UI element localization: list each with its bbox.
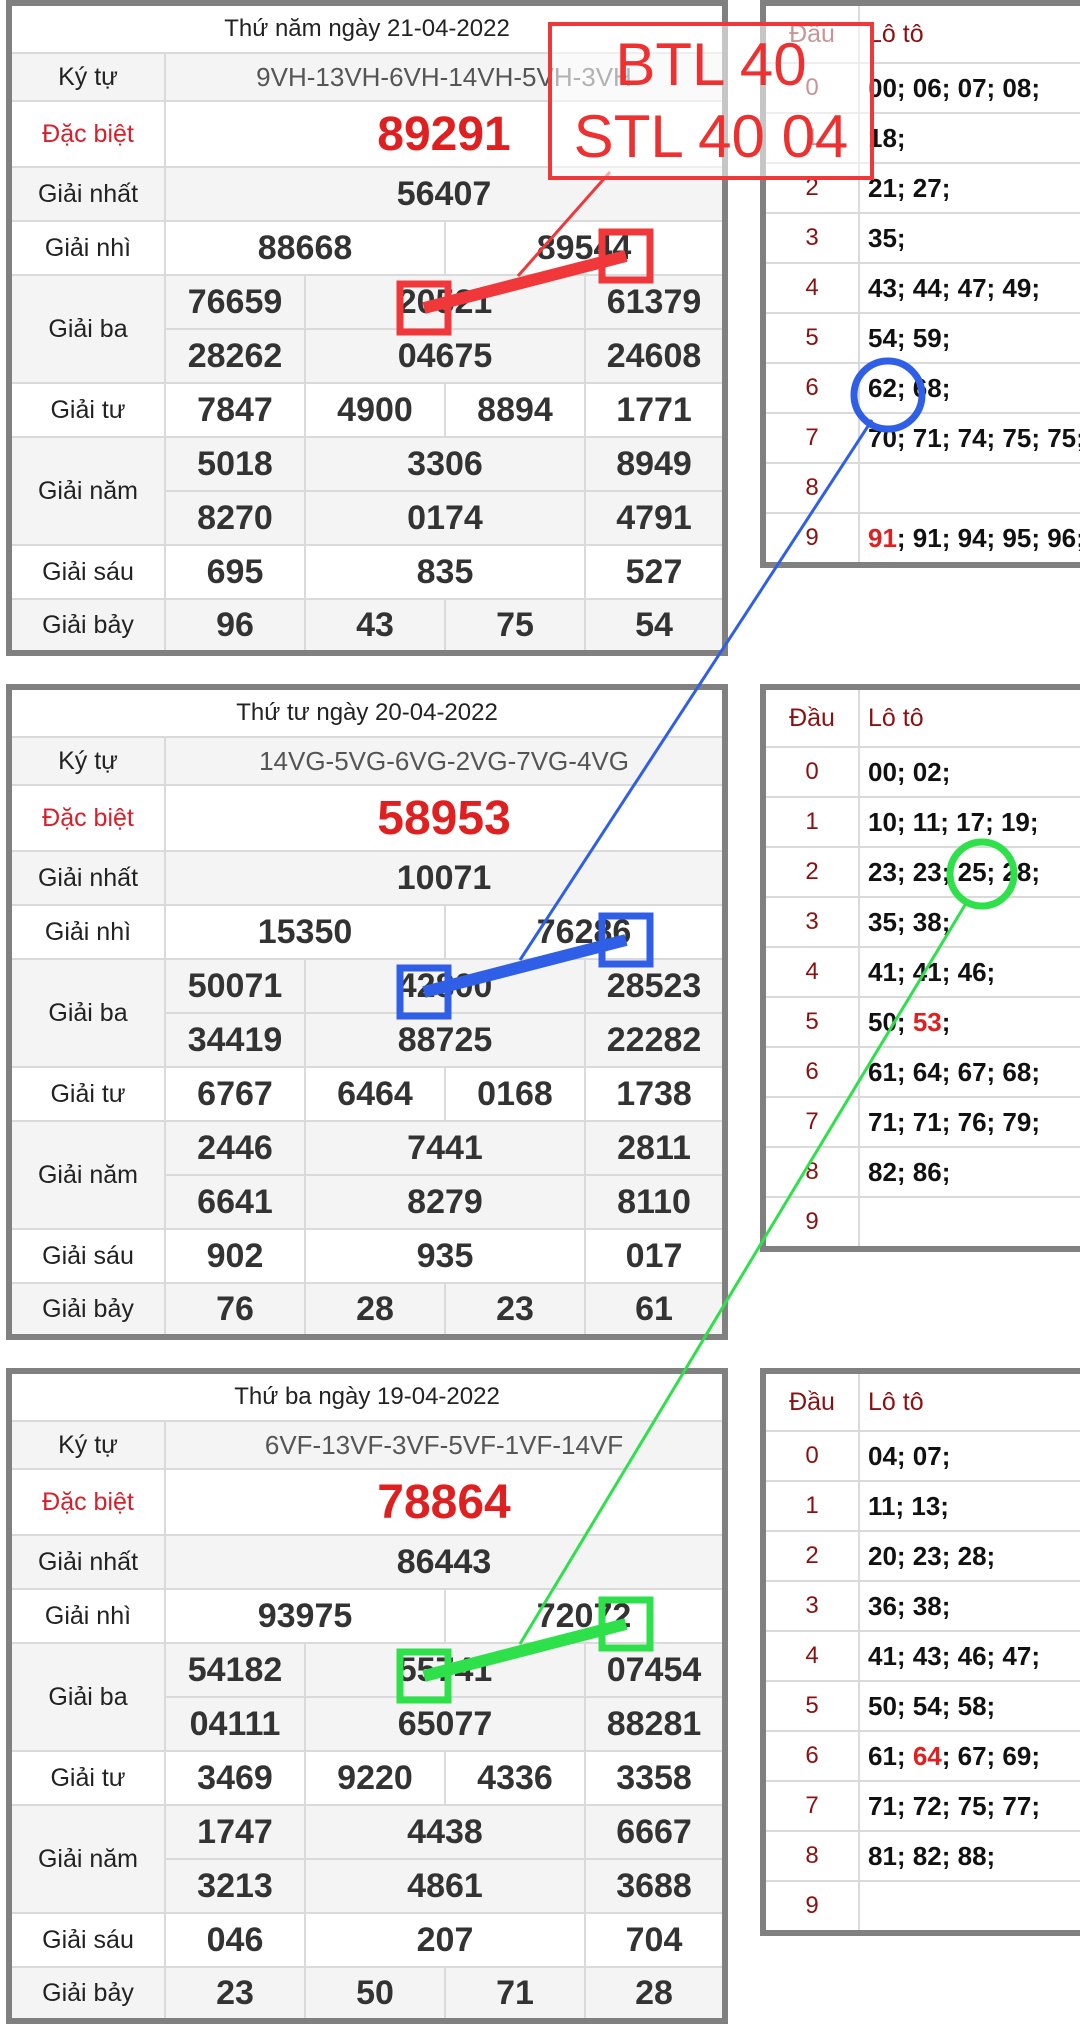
green-connector: [518, 899, 970, 1645]
annotation-note: BTL 40 STL 40 04: [548, 22, 874, 180]
red-link-bar: [422, 250, 628, 314]
annotation-line-2: STL 40 04: [573, 103, 849, 170]
blue-connector: [518, 419, 874, 961]
annotation-overlay: [396, 171, 1018, 1704]
green-circle: [946, 838, 1018, 910]
blue-link-bar: [422, 934, 628, 998]
green-link-bar: [422, 1618, 628, 1682]
blue-circle: [850, 357, 926, 433]
annotation-line-1: BTL 40: [615, 31, 807, 98]
